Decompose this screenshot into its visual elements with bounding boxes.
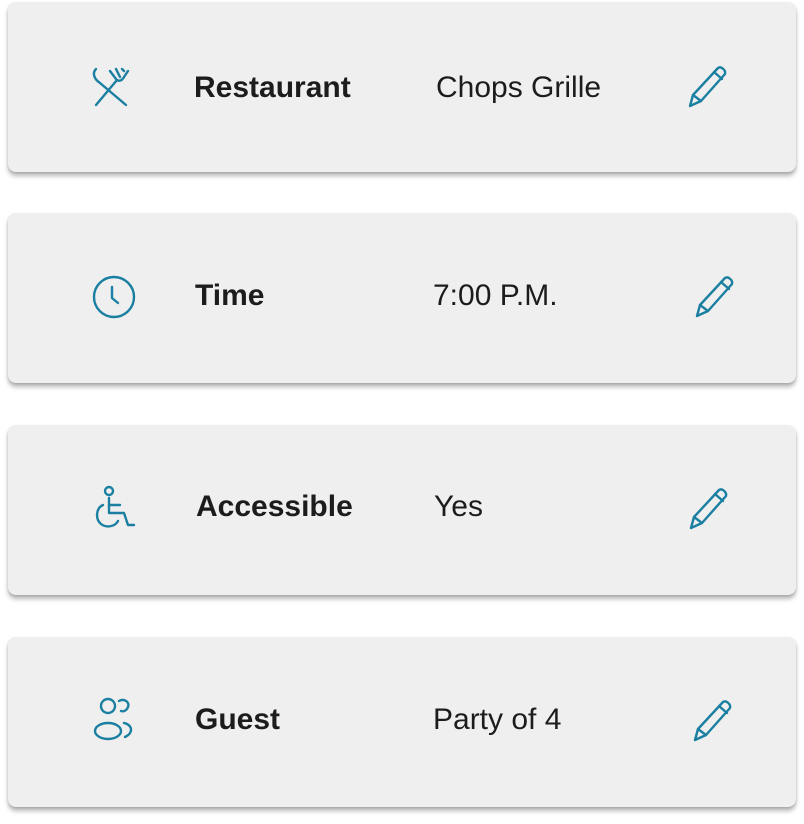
- guest-label: Guest: [195, 703, 281, 736]
- accessible-card: Accessible Yes: [8, 425, 796, 595]
- edit-guest-button[interactable]: [689, 697, 737, 745]
- pencil-icon: [688, 66, 727, 108]
- guests-icon: [90, 695, 138, 743]
- restaurant-card: Restaurant Chops Grille: [8, 2, 796, 172]
- pencil-icon: [695, 276, 734, 318]
- guest-card: Guest Party of 4: [8, 637, 796, 807]
- accessible-label: Accessible: [196, 490, 353, 523]
- clock-icon: [90, 273, 138, 321]
- time-value: 7:00 P.M.: [433, 279, 558, 312]
- restaurant-value: Chops Grille: [436, 71, 602, 104]
- accessible-value: Yes: [434, 490, 483, 523]
- edit-restaurant-button[interactable]: [684, 63, 732, 111]
- edit-time-button[interactable]: [691, 273, 739, 321]
- fork-knife-icon: [86, 63, 134, 111]
- guest-value: Party of 4: [433, 703, 562, 736]
- time-card: Time 7:00 P.M.: [8, 213, 796, 383]
- restaurant-label: Restaurant: [194, 71, 351, 104]
- time-label: Time: [195, 279, 265, 312]
- pencil-icon: [693, 700, 732, 742]
- edit-accessible-button[interactable]: [685, 485, 733, 533]
- pencil-icon: [689, 488, 728, 530]
- wheelchair-icon: [92, 485, 140, 533]
